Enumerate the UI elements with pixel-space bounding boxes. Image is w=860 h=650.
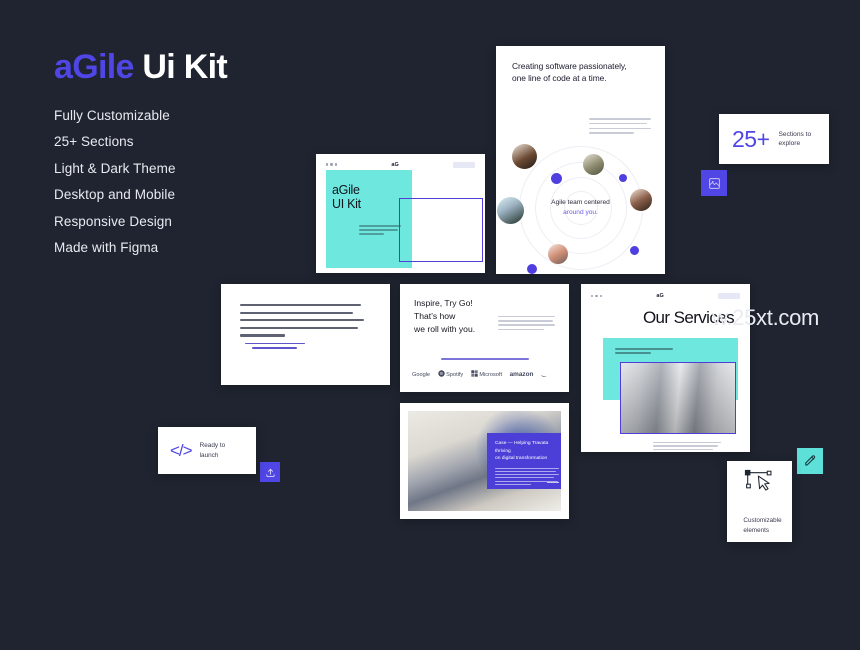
orbit-label-line2: around you. — [563, 209, 598, 216]
case-overlay-link-placeholder[interactable] — [547, 481, 559, 483]
site-heading-line1: aGile — [332, 183, 360, 197]
feature-list: Fully Customizable 25+ Sections Light & … — [54, 109, 314, 255]
site-photo — [399, 198, 483, 262]
page-title: aGile Ui Kit — [54, 48, 314, 86]
hero-blurb-placeholder — [589, 118, 651, 137]
custom-caption-line2: elements — [743, 526, 769, 534]
site-mockup-frame: aG aGile UI Kit — [321, 159, 483, 268]
orbit-dot — [527, 264, 537, 274]
hero-heading-block: Creating software passionately, one line… — [496, 46, 665, 84]
site-logo: aG — [391, 161, 399, 168]
launch-caption-line2: launch — [199, 451, 219, 459]
sections-caption-line1: Sections to — [778, 130, 812, 138]
code-brackets-icon: </> — [170, 440, 193, 460]
sections-number: 25+ — [732, 125, 770, 152]
site-hero-section: aGile UI Kit — [321, 170, 483, 268]
brand-logo-amazon: amazon — [510, 371, 534, 378]
brand-label: Spotify — [446, 371, 464, 378]
brand-logo-nike — [541, 370, 557, 379]
sections-caption: Sections to explore — [779, 130, 812, 148]
brand-logo-row: Google Spotify Microsoft amazon — [412, 370, 557, 379]
brand-logo-google: Google — [412, 372, 430, 378]
orbit-dot — [551, 173, 562, 184]
hero-passion-card[interactable]: Creating software passionately, one line… — [496, 46, 665, 274]
our-services-card[interactable]: aG Our Services — [581, 284, 750, 452]
brand-logo-spotify: Spotify — [437, 370, 464, 379]
case-frame: Case — Helping Travata thriving on digit… — [408, 411, 561, 511]
hero-heading-line2: one line of code at a time. — [512, 73, 607, 84]
hero-heading-line1: Creating software passionately, — [512, 61, 627, 71]
brand-logo-microsoft: Microsoft — [471, 370, 502, 379]
sections-caption-line2: explore — [778, 140, 801, 147]
launch-caption-line1: Ready to — [199, 442, 226, 450]
inspire-content: Inspire, Try Go! That's how we roll with… — [400, 284, 569, 392]
brand-label: Microsoft — [479, 371, 503, 378]
case-study-card[interactable]: Case — Helping Travata thriving on digit… — [400, 403, 569, 519]
nike-swoosh-icon — [541, 370, 557, 379]
orbit-label-line1: Agile team centered — [551, 199, 610, 207]
launch-caption: Ready to launch — [200, 441, 226, 460]
title-accent: aGile — [54, 48, 134, 86]
feature-item: Desktop and Mobile — [54, 187, 176, 203]
inspire-heading-accent: Inspire, Try Go! — [414, 298, 473, 308]
brand-label: amazon — [509, 371, 534, 378]
menu-icon[interactable] — [591, 294, 603, 298]
avatar[interactable] — [583, 154, 604, 175]
orbit-center-label: Agile team centered around you. — [533, 198, 629, 218]
case-overlay-panel: Case — Helping Travata thriving on digit… — [487, 433, 561, 489]
case-overlay-line2: on digital transformation — [495, 456, 548, 462]
services-teal-text-placeholder — [615, 348, 673, 357]
feature-item: 25+ Sections — [54, 134, 134, 150]
site-subtext-placeholder — [359, 225, 401, 237]
services-cta-button[interactable] — [717, 293, 740, 299]
avatar[interactable] — [512, 144, 537, 169]
services-navbar: aG — [587, 290, 744, 302]
feature-item: Light & Dark Theme — [54, 160, 176, 176]
microsoft-icon — [471, 370, 478, 379]
site-cta-button[interactable] — [452, 161, 475, 168]
spotify-icon — [437, 370, 445, 379]
orbit-dot — [619, 174, 627, 182]
headline-block: aGile Ui Kit Fully Customizable 25+ Sect… — [54, 48, 314, 268]
services-logo: aG — [656, 293, 664, 299]
custom-caption-line1: Customizable — [743, 517, 782, 525]
avatar[interactable] — [497, 197, 524, 224]
brand-label: Google — [412, 371, 431, 378]
site-heading-line2: UI Kit — [332, 197, 361, 212]
services-title: Our Services — [642, 308, 735, 327]
site-heading: aGile UI Kit — [332, 183, 361, 212]
services-frame: aG Our Services — [587, 290, 744, 450]
inspire-card[interactable]: Inspire, Try Go! That's how we roll with… — [400, 284, 569, 392]
testimonial-card[interactable] — [221, 284, 390, 385]
services-photo — [620, 362, 736, 434]
sections-count-badge[interactable]: 25+ Sections to explore — [719, 114, 829, 164]
avatar[interactable] — [630, 189, 652, 211]
inspire-midline-placeholder — [400, 347, 569, 365]
upload-icon[interactable] — [260, 462, 280, 482]
feature-item: Made with Figma — [54, 240, 159, 256]
inspire-blurb-placeholder — [498, 316, 555, 333]
case-overlay-line1: Case — Helping Travata thriving — [495, 441, 549, 454]
testimonial-attribution-placeholder — [240, 342, 371, 349]
menu-icon[interactable] — [326, 163, 338, 166]
customizable-elements-card[interactable]: Customizable elements — [727, 461, 792, 542]
orbit-dot — [630, 246, 639, 255]
feature-item: Fully Customizable — [54, 107, 170, 123]
title-rest: Ui Kit — [133, 48, 227, 86]
feature-item: Responsive Design — [54, 213, 173, 229]
services-footer-placeholder — [653, 442, 721, 452]
ready-to-launch-card[interactable]: </> Ready to launch — [158, 427, 256, 474]
site-mockup-card[interactable]: aG aGile UI Kit — [316, 154, 485, 273]
site-navbar: aG — [321, 159, 480, 170]
layers-icon[interactable] — [701, 170, 727, 196]
testimonial-text-placeholder — [221, 284, 390, 349]
team-orbit-diagram: Agile team centered around you. — [496, 142, 665, 274]
vector-pen-icon — [742, 468, 778, 507]
pen-tool-icon[interactable] — [797, 448, 823, 474]
poster-stage: aGile Ui Kit Fully Customizable 25+ Sect… — [0, 0, 860, 650]
avatar[interactable] — [548, 244, 568, 264]
custom-caption: Customizable elements — [737, 516, 781, 534]
